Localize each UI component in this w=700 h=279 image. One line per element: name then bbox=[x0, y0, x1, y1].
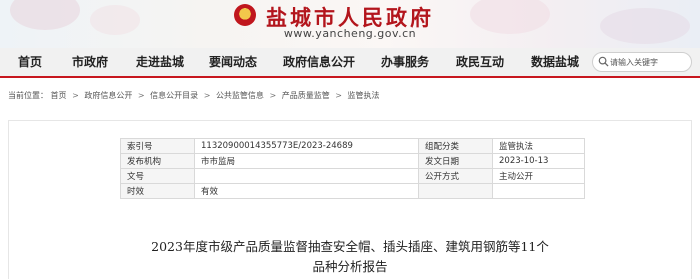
search-box[interactable] bbox=[592, 52, 692, 72]
breadcrumb-separator: > bbox=[335, 91, 342, 100]
breadcrumb-separator: > bbox=[137, 91, 145, 100]
breadcrumb-product-quality[interactable]: 产品质量监管 bbox=[282, 91, 330, 100]
meta-label-publisher: 发布机构 bbox=[120, 153, 195, 169]
meta-label-empty bbox=[418, 183, 493, 199]
meta-label-validity: 时效 bbox=[120, 183, 195, 199]
meta-label-disclosure-mode: 公开方式 bbox=[418, 168, 493, 184]
nav-item-about-yancheng[interactable]: 走进盐城 bbox=[136, 48, 184, 76]
breadcrumb-enforcement[interactable]: 监管执法 bbox=[348, 91, 380, 100]
meta-value-date: 2023-10-13 bbox=[492, 153, 585, 169]
site-url: www.yancheng.gov.cn bbox=[283, 27, 417, 40]
breadcrumb-separator: > bbox=[203, 91, 211, 100]
site-banner: 盐城市人民政府 www.yancheng.gov.cn bbox=[0, 0, 700, 48]
nav-item-city-government[interactable]: 市政府 bbox=[72, 48, 108, 76]
meta-value-index: 113209000143557​73E/2023-24689 bbox=[194, 138, 419, 154]
document-title-line-1: 2023年度市级产品质量监督抽查安全帽、插头插座、建筑用钢筋等11个 bbox=[151, 239, 549, 254]
breadcrumb-home[interactable]: 首页 bbox=[51, 91, 67, 100]
search-input[interactable] bbox=[610, 55, 688, 69]
table-row: 索引号 113209000143557​73E/2023-24689 组配分类 … bbox=[120, 138, 585, 154]
breadcrumb-catalog[interactable]: 信息公开目录 bbox=[150, 91, 198, 100]
meta-value-doc-number bbox=[194, 168, 419, 184]
nav-item-interaction[interactable]: 政民互动 bbox=[456, 48, 504, 76]
breadcrumb-separator: > bbox=[72, 91, 79, 100]
document-title-line-2: 品种分析报告 bbox=[312, 259, 388, 274]
meta-value-empty bbox=[492, 183, 585, 199]
table-row: 时效 有效 bbox=[120, 183, 585, 199]
meta-value-validity: 有效 bbox=[194, 183, 419, 199]
search-icon[interactable] bbox=[598, 56, 609, 67]
nav-item-home[interactable]: 首页 bbox=[18, 48, 42, 76]
meta-value-category: 监管执法 bbox=[492, 138, 585, 154]
table-row: 文号 公开方式 主动公开 bbox=[120, 168, 585, 184]
breadcrumb-info-disclosure[interactable]: 政府信息公开 bbox=[84, 91, 132, 100]
breadcrumb-public-supervision[interactable]: 公共监管信息 bbox=[216, 91, 264, 100]
meta-label-doc-number: 文号 bbox=[120, 168, 195, 184]
meta-label-date: 发文日期 bbox=[418, 153, 493, 169]
table-row: 发布机构 市市监局 发文日期 2023-10-13 bbox=[120, 153, 585, 169]
nav-item-news[interactable]: 要闻动态 bbox=[209, 48, 257, 76]
breadcrumb: 当前位置： 首页 > 政府信息公开 > 信息公开目录 > 公共监管信息 > 产品… bbox=[8, 88, 380, 104]
meta-label-category: 组配分类 bbox=[418, 138, 493, 154]
nav-item-info-disclosure[interactable]: 政府信息公开 bbox=[283, 48, 355, 76]
main-nav: 首页 市政府 走进盐城 要闻动态 政府信息公开 办事服务 政民互动 数据盐城 bbox=[0, 48, 700, 78]
breadcrumb-separator: > bbox=[269, 91, 277, 100]
meta-value-publisher: 市市监局 bbox=[194, 153, 419, 169]
meta-value-disclosure-mode: 主动公开 bbox=[492, 168, 585, 184]
nav-item-services[interactable]: 办事服务 bbox=[381, 48, 429, 76]
nav-item-data[interactable]: 数据盐城 bbox=[531, 48, 579, 76]
breadcrumb-prefix: 当前位置： bbox=[8, 91, 48, 100]
meta-label-index: 索引号 bbox=[120, 138, 195, 154]
document-title: 2023年度市级产品质量监督抽查安全帽、插头插座、建筑用钢筋等11个 品种分析报… bbox=[100, 237, 600, 277]
document-meta-table: 索引号 113209000143557​73E/2023-24689 组配分类 … bbox=[120, 138, 585, 199]
